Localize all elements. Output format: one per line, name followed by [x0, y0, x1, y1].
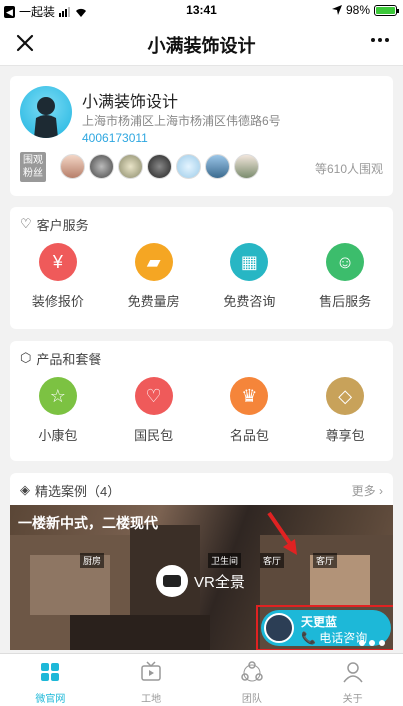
case-title: 一楼新中式，二楼现代: [18, 515, 158, 531]
package-item-label: 国民包: [134, 428, 174, 443]
more-cases-link[interactable]: 更多 ›: [352, 482, 383, 499]
package-item-0[interactable]: ☆ 小康包: [18, 377, 98, 444]
grid-icon: [41, 663, 60, 681]
vr-button[interactable]: VR全景: [156, 565, 245, 597]
battery-percent: 98%: [345, 3, 370, 17]
status-bar: ◀ 一起装 13:41 98%: [0, 0, 403, 20]
package-item-label: 小康包: [38, 428, 78, 443]
service-item-label: 免费咨询: [223, 294, 276, 309]
section-header: ⬡ 产品和套餐: [20, 341, 383, 375]
carousel-dots: [349, 640, 385, 646]
tab-about[interactable]: 关于: [302, 654, 403, 706]
avatar: [147, 154, 172, 179]
cube-icon: ⬡: [20, 350, 32, 365]
avatar: [89, 154, 114, 179]
tv-icon: [141, 661, 161, 681]
service-item-3[interactable]: ☺ 售后服务: [305, 243, 385, 310]
service-item-1[interactable]: ▰ 免费量房: [114, 243, 194, 310]
service-item-label: 装修报价: [31, 294, 84, 309]
consultant-avatar: [264, 613, 294, 643]
avatar: [234, 154, 259, 179]
layers-icon: ◈: [20, 482, 30, 497]
package-item-label: 尊享包: [325, 428, 365, 443]
package-item-1[interactable]: ♡ 国民包: [114, 377, 194, 444]
yen-icon: ¥: [38, 243, 77, 281]
red-arrow-annotation: [267, 511, 297, 555]
battery-icon: [374, 4, 399, 16]
fans-count: 等610人围观: [314, 162, 383, 176]
room-tag[interactable]: 客厅: [313, 553, 338, 568]
avatar: [60, 154, 85, 179]
customer-service-section: ♡ 客户服务 ¥ 装修报价 ▰ 免费量房 ▦ 免费咨询 ☺ 售后服务: [10, 207, 393, 329]
section-header: ♡ 客户服务: [20, 207, 383, 241]
company-name: 小满装饰设计: [82, 94, 179, 111]
vr-label: VR全景: [194, 573, 245, 591]
nav-bar: 小满装饰设计: [0, 20, 403, 66]
person-icon: [343, 662, 363, 683]
status-right: 98%: [331, 3, 399, 17]
company-logo: [20, 86, 72, 138]
service-item-2[interactable]: ▦ 免费咨询: [209, 243, 289, 310]
star-icon: ☆: [38, 377, 77, 415]
location-arrow-icon: [331, 5, 342, 15]
tab-label: 微官网: [35, 694, 66, 705]
bag-icon: ☺: [326, 243, 365, 281]
package-grid: ☆ 小康包 ♡ 国民包 ♛ 名品包 ◇ 尊享包: [10, 377, 393, 444]
calendar-icon: ▦: [230, 243, 269, 281]
avatar: [118, 154, 143, 179]
package-item-3[interactable]: ◇ 尊享包: [305, 377, 385, 444]
more-menu-icon[interactable]: [371, 38, 389, 42]
crown-icon: ♛: [230, 377, 269, 415]
case-banner[interactable]: 一楼新中式，二楼现代 厨房 卫生间 客厅 客厅 VR全景 天更蓝 📞 电话咨询: [10, 505, 393, 650]
company-phone[interactable]: 4006173011: [82, 131, 148, 145]
fans-badge: 围观粉丝: [20, 152, 46, 182]
room-tag[interactable]: 厨房: [80, 553, 105, 568]
company-profile-card[interactable]: 小满装饰设计 上海市杨浦区上海市杨浦区伟德路6号 4006173011 围观粉丝…: [10, 76, 393, 196]
service-grid: ¥ 装修报价 ▰ 免费量房 ▦ 免费咨询 ☺ 售后服务: [10, 243, 393, 310]
avatar: [205, 154, 230, 179]
section-header: ◈ 精选案例（4） 更多 ›: [20, 473, 383, 507]
section-title: 客户服务: [36, 217, 89, 233]
fans-avatars[interactable]: [60, 154, 259, 179]
tab-home[interactable]: 微官网: [0, 654, 101, 706]
heart-icon: ♡: [134, 377, 173, 415]
tab-team[interactable]: 团队: [202, 654, 303, 706]
service-item-label: 售后服务: [319, 294, 372, 309]
featured-cases-section: ◈ 精选案例（4） 更多 › 一楼新中式，二楼现代 厨房 卫生间 客厅 客厅 V…: [10, 473, 393, 650]
tab-label: 团队: [241, 694, 262, 705]
tab-label: 关于: [342, 694, 363, 705]
ruler-icon: ▰: [134, 243, 173, 281]
avatar: [176, 154, 201, 179]
section-title: 精选案例（4）: [35, 483, 121, 499]
company-address: 上海市杨浦区上海市杨浦区伟德路6号: [82, 114, 281, 128]
package-item-label: 名品包: [229, 428, 269, 443]
package-item-2[interactable]: ♛ 名品包: [209, 377, 289, 444]
packages-section: ⬡ 产品和套餐 ☆ 小康包 ♡ 国民包 ♛ 名品包 ◇ 尊享包: [10, 341, 393, 461]
vr-headset-icon: [156, 565, 188, 597]
section-title: 产品和套餐: [36, 351, 102, 367]
service-item-label: 免费量房: [127, 294, 180, 309]
consultant-name: 天更蓝: [301, 615, 338, 629]
heart-outline-icon: ♡: [20, 216, 32, 231]
team-icon: [241, 661, 263, 682]
tab-label: 工地: [141, 694, 162, 705]
tab-sites[interactable]: 工地: [101, 654, 202, 706]
page-title: 小满装饰设计: [147, 36, 256, 56]
service-item-0[interactable]: ¥ 装修报价: [18, 243, 98, 310]
tab-bar: 微官网 工地 团队 关于: [0, 653, 403, 706]
diamond-icon: ◇: [326, 377, 365, 415]
